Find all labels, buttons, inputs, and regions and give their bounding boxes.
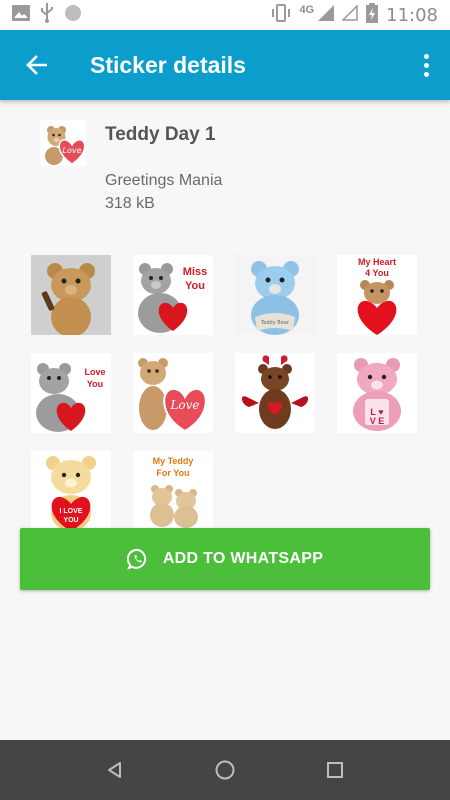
- pack-header: Love Teddy Day 1 Greetings Mania 318 kB: [0, 100, 450, 230]
- sticker-item[interactable]: I LOVE YOU: [30, 450, 112, 532]
- sticker-item[interactable]: [234, 352, 316, 434]
- svg-text:You: You: [185, 280, 205, 292]
- vibrate-icon: [271, 3, 291, 27]
- svg-text:Love: Love: [84, 367, 105, 377]
- svg-text:I LOVE: I LOVE: [60, 508, 83, 515]
- add-button-label: ADD TO WHATSAPP: [162, 550, 324, 567]
- back-button[interactable]: [16, 45, 56, 85]
- network-type: 4G: [299, 4, 315, 16]
- image-icon: [12, 4, 30, 26]
- svg-text:My Heart: My Heart: [358, 257, 396, 267]
- sticker-item[interactable]: My Heart 4 You: [336, 254, 418, 336]
- app-bar: Sticker details: [0, 30, 450, 100]
- sticker-item[interactable]: Miss You: [132, 254, 214, 336]
- svg-text:V E: V E: [370, 416, 385, 426]
- overflow-menu-button[interactable]: [414, 45, 438, 85]
- more-vert-icon: [423, 53, 429, 59]
- usb-icon: [40, 2, 54, 28]
- svg-text:Love: Love: [62, 146, 81, 155]
- tray-icon: Love: [40, 120, 86, 166]
- svg-text:My Teddy: My Teddy: [153, 456, 194, 466]
- nav-recents-button[interactable]: [315, 750, 355, 790]
- svg-text:Teddy Bear: Teddy Bear: [260, 320, 290, 326]
- nav-back-button[interactable]: [95, 750, 135, 790]
- home-circle-icon: [215, 760, 235, 780]
- sticker-item[interactable]: Teddy Bear: [234, 254, 316, 336]
- sticker-item[interactable]: [30, 254, 112, 336]
- page-title: Sticker details: [90, 51, 246, 78]
- sticker-item[interactable]: L ♥ V E: [336, 352, 418, 434]
- nav-home-button[interactable]: [205, 750, 245, 790]
- arrow-back-icon: [26, 55, 47, 75]
- back-triangle-icon: [108, 762, 121, 778]
- pack-size: 318 kB: [105, 195, 155, 212]
- sticker-item[interactable]: My Teddy For You: [132, 450, 214, 532]
- whatsapp-icon: [126, 548, 146, 570]
- pack-publisher: Greetings Mania: [105, 172, 223, 189]
- sticker-item[interactable]: Love You: [30, 352, 112, 434]
- svg-text:For You: For You: [156, 468, 189, 478]
- navigation-bar: [0, 740, 450, 800]
- svg-text:Love: Love: [169, 398, 199, 412]
- pack-title: Teddy Day 1: [105, 124, 216, 145]
- signal-icon: [318, 4, 335, 26]
- add-to-whatsapp-button[interactable]: ADD TO WHATSAPP: [20, 528, 430, 590]
- svg-text:YOU: YOU: [63, 517, 78, 524]
- clock: 11:08: [386, 4, 438, 26]
- recents-square-icon: [327, 762, 343, 778]
- status-bar: 4G 11:08: [0, 0, 450, 30]
- svg-text:Miss: Miss: [183, 266, 207, 278]
- sticker-item[interactable]: Love: [132, 352, 214, 434]
- battery-icon: [366, 2, 379, 28]
- signal-empty-icon: [341, 3, 358, 26]
- svg-text:4 You: 4 You: [365, 268, 389, 278]
- circle-icon: [64, 4, 82, 27]
- svg-text:You: You: [87, 379, 103, 389]
